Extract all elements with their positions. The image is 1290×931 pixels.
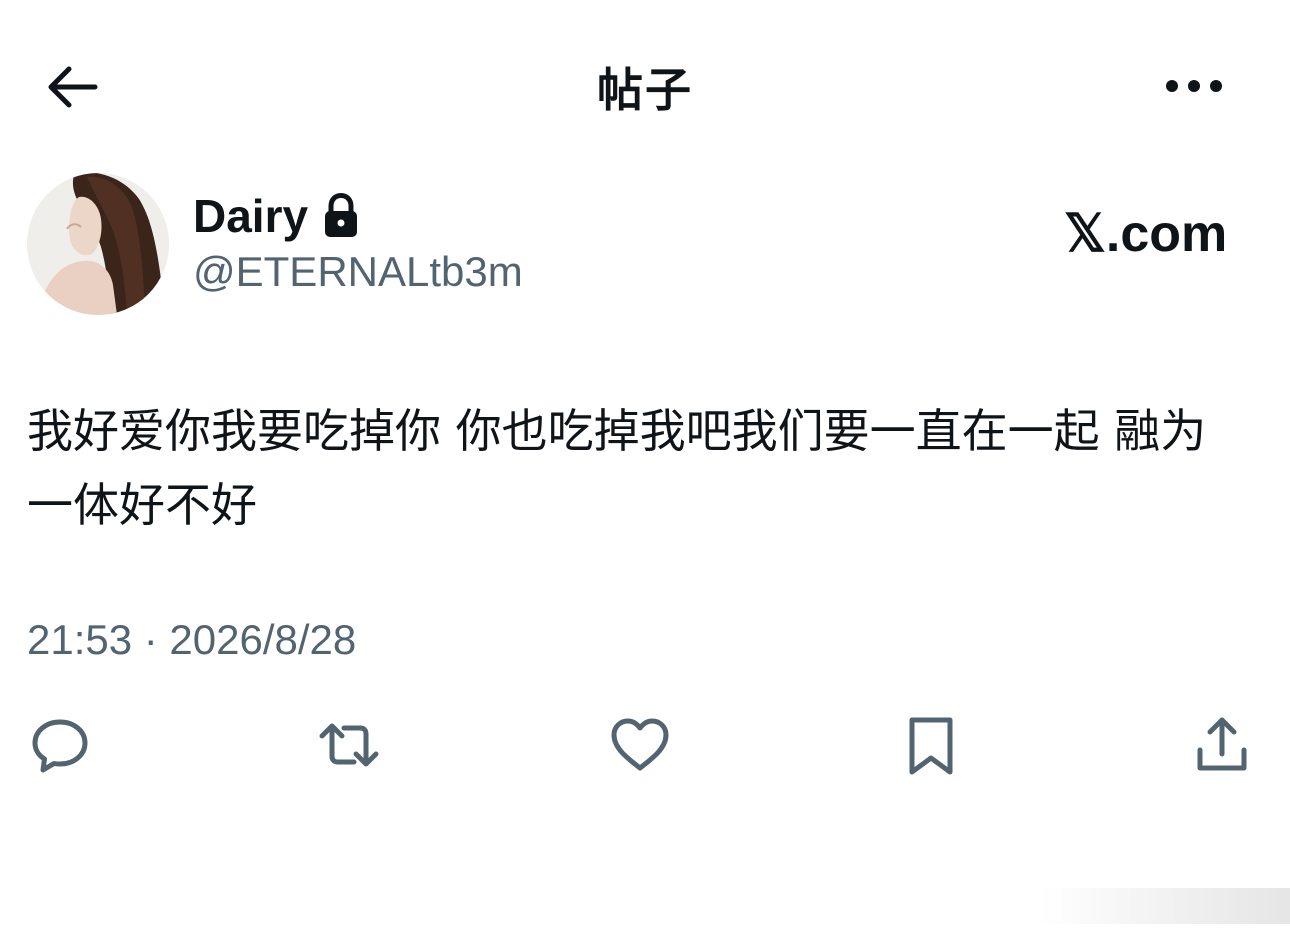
avatar-image	[27, 173, 169, 315]
repost-button[interactable]	[314, 710, 384, 780]
share-icon	[1197, 717, 1247, 771]
display-name[interactable]: Dairy	[193, 189, 308, 243]
more-horizontal-icon	[1166, 80, 1222, 92]
share-button[interactable]	[1187, 710, 1257, 780]
lock-icon	[325, 193, 358, 237]
avatar[interactable]	[27, 173, 169, 315]
top-bar: 帖子	[0, 40, 1290, 132]
page-title: 帖子	[597, 63, 693, 117]
user-handle[interactable]: @ETERNALtb3m	[193, 248, 523, 296]
reply-icon	[32, 719, 88, 773]
corner-overlay	[1040, 888, 1290, 924]
post-text: 我好爱你我要吃掉你 你也吃掉我吧我们要一直在一起 融为一体好不好	[27, 404, 1207, 532]
author-name-row: Dairy	[193, 186, 360, 246]
x-com-watermark: 𝕏.com	[1064, 205, 1228, 263]
like-button[interactable]	[605, 710, 675, 780]
heart-icon	[611, 718, 669, 771]
post-timestamp[interactable]: 21:53 · 2026/8/28	[27, 616, 356, 664]
repost-icon	[319, 723, 379, 767]
bookmark-button[interactable]	[896, 710, 966, 780]
bookmark-icon	[909, 717, 953, 775]
reply-button[interactable]	[25, 710, 95, 780]
more-options-button[interactable]	[1154, 54, 1234, 118]
